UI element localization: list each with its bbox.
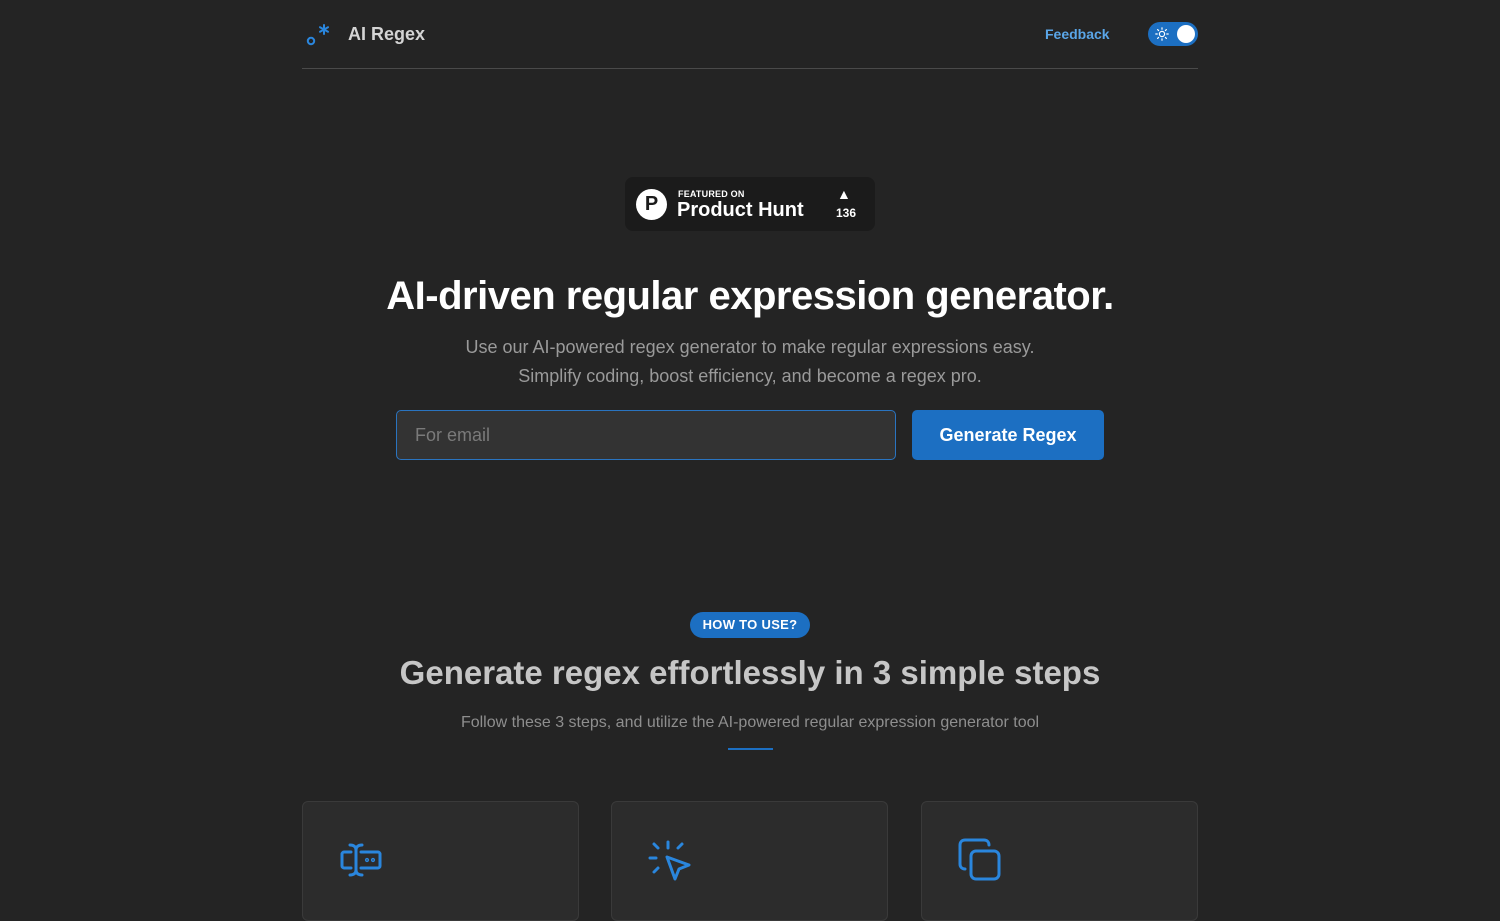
regex-dot-star-icon[interactable] [306, 22, 332, 48]
section-divider [728, 748, 773, 750]
featured-on-label: FEATURED ON [678, 189, 745, 199]
hero-title: AI-driven regular expression generator. [386, 274, 1114, 318]
sun-icon [1155, 27, 1169, 41]
product-hunt-logo-icon: P [636, 189, 667, 220]
upvote-count: 136 [835, 206, 857, 220]
hero-subtitle-line1: Use our AI-powered regex generator to ma… [465, 337, 1035, 357]
step-card-2 [611, 801, 888, 921]
text-cursor-input-icon [340, 843, 382, 877]
hero-subtitle-line2: Simplify coding, boost efficiency, and b… [518, 366, 982, 386]
copy-icon [958, 838, 1001, 881]
upvote-arrow-icon: ▲ [837, 186, 851, 202]
steps-title: Generate regex effortlessly in 3 simple … [399, 654, 1101, 691]
feedback-link[interactable]: Feedback [1045, 26, 1110, 42]
top-header: AI Regex Feedback [302, 0, 1198, 69]
regex-prompt-input[interactable] [396, 410, 896, 460]
product-hunt-name: Product Hunt [677, 199, 804, 221]
toggle-knob [1177, 25, 1195, 43]
mouse-pointer-click-icon [648, 840, 691, 881]
how-to-use-badge: HOW TO USE? [690, 612, 810, 638]
brand-name[interactable]: AI Regex [348, 24, 425, 45]
steps-subtitle: Follow these 3 steps, and utilize the AI… [460, 714, 1040, 731]
theme-toggle[interactable] [1148, 22, 1198, 46]
step-card-1 [302, 801, 579, 921]
step-card-3 [921, 801, 1198, 921]
generate-regex-button[interactable]: Generate Regex [912, 410, 1104, 460]
product-hunt-badge[interactable]: P FEATURED ON Product Hunt ▲ 136 [625, 177, 875, 231]
